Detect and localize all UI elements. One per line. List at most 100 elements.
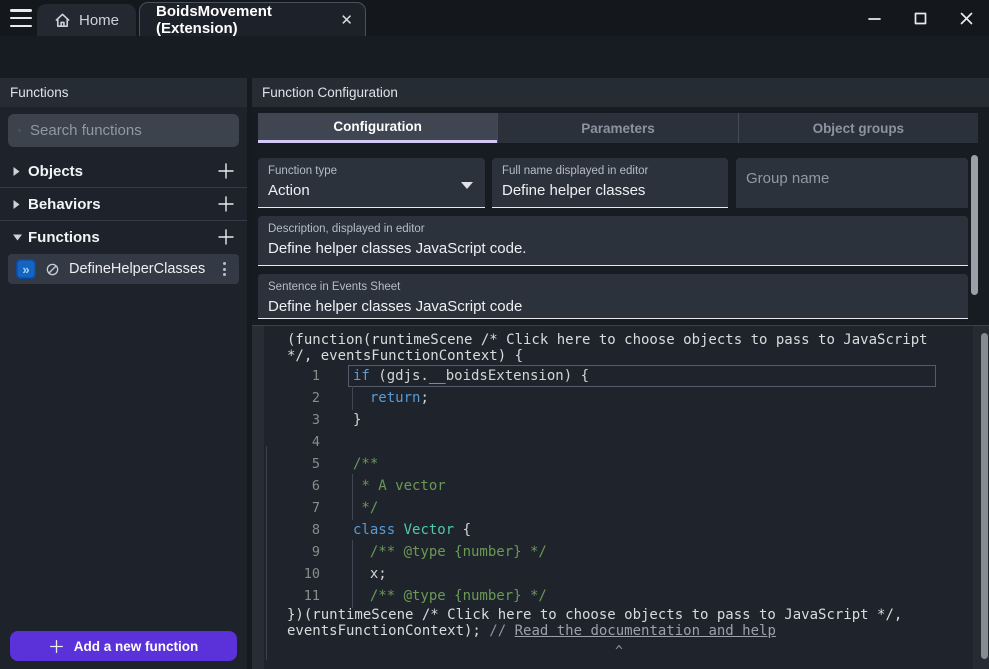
line-number: 4 bbox=[252, 434, 320, 450]
code-line-11[interactable]: 11 /** @type {number} */ bbox=[252, 585, 964, 607]
search-icon bbox=[18, 122, 21, 139]
tab-configuration[interactable]: Configuration bbox=[258, 113, 497, 143]
documentation-link[interactable]: Read the documentation and help bbox=[515, 623, 776, 639]
window-minimize-button[interactable] bbox=[851, 0, 897, 36]
code-line-9[interactable]: 9 /** @type {number} */ bbox=[252, 541, 964, 563]
function-configuration-panel: Function Configuration Configuration Par… bbox=[252, 78, 989, 325]
line-content: } bbox=[353, 412, 361, 428]
sidebar-section-objects[interactable]: Objects bbox=[0, 155, 247, 187]
section-label: Functions bbox=[28, 229, 100, 246]
line-content: return; bbox=[353, 390, 429, 406]
code-line-6[interactable]: 6 * A vector bbox=[252, 475, 964, 497]
code-line-5[interactable]: 5 /** bbox=[252, 453, 964, 475]
window-close-button[interactable] bbox=[943, 0, 989, 36]
sentence-value: Define helper classes JavaScript code bbox=[268, 298, 958, 315]
active-tab-label: BoidsMovement (Extension) bbox=[156, 3, 330, 37]
add-behavior-button[interactable] bbox=[217, 195, 235, 213]
line-number: 11 bbox=[252, 588, 320, 604]
line-number: 6 bbox=[252, 478, 320, 494]
chevron-right-icon bbox=[12, 199, 28, 210]
search-box[interactable] bbox=[8, 114, 239, 147]
section-label: Objects bbox=[28, 163, 83, 180]
line-number: 2 bbox=[252, 390, 320, 406]
tab-home[interactable]: Home bbox=[37, 4, 136, 36]
javascript-code-editor[interactable]: (function(runtimeScene /* Click here to … bbox=[252, 325, 989, 669]
function-item-definehelperclasses[interactable]: » DefineHelperClasses bbox=[8, 254, 239, 284]
line-number: 1 bbox=[252, 368, 320, 384]
field-label: Function type bbox=[268, 165, 475, 177]
code-line-8[interactable]: 8class Vector { bbox=[252, 519, 964, 541]
maximize-icon bbox=[914, 12, 927, 25]
chevron-down-icon bbox=[12, 233, 28, 242]
line-content: /** @type {number} */ bbox=[353, 544, 547, 560]
config-tabs: Configuration Parameters Object groups bbox=[258, 113, 978, 143]
minimize-icon bbox=[868, 12, 881, 25]
function-type-select[interactable]: Function type Action bbox=[258, 158, 485, 208]
code-line-7[interactable]: 7 */ bbox=[252, 497, 964, 519]
tab-boidsmovement[interactable]: BoidsMovement (Extension) ✕ bbox=[139, 2, 366, 36]
tab-label: Parameters bbox=[581, 121, 655, 136]
code-wrapper-header[interactable]: (function(runtimeScene /* Click here to … bbox=[287, 332, 932, 364]
sidebar-title: Functions bbox=[10, 85, 69, 100]
line-number: 8 bbox=[252, 522, 320, 538]
code-line-1[interactable]: 1if (gdjs.__boidsExtension) { bbox=[252, 365, 964, 387]
code-line-4[interactable]: 4 bbox=[252, 431, 964, 453]
code-scrollbar[interactable] bbox=[981, 333, 988, 659]
function-item-label: DefineHelperClasses bbox=[69, 261, 205, 277]
code-line-10[interactable]: 10 x; bbox=[252, 563, 964, 585]
footer-comment-prefix: // bbox=[489, 623, 514, 639]
function-item-menu-button[interactable] bbox=[218, 258, 231, 280]
close-icon bbox=[960, 12, 973, 25]
full-name-value: Define helper classes bbox=[502, 182, 718, 199]
title-bar: Home BoidsMovement (Extension) ✕ bbox=[0, 0, 989, 36]
full-name-field[interactable]: Full name displayed in editor Define hel… bbox=[492, 158, 728, 208]
group-name-placeholder: Group name bbox=[746, 158, 958, 200]
tab-close-icon[interactable]: ✕ bbox=[340, 11, 353, 29]
line-number: 7 bbox=[252, 500, 320, 516]
window-controls bbox=[851, 0, 989, 36]
private-icon bbox=[45, 262, 60, 277]
plus-icon bbox=[49, 639, 64, 654]
line-number: 3 bbox=[252, 412, 320, 428]
field-label: Full name displayed in editor bbox=[502, 165, 718, 177]
tab-parameters[interactable]: Parameters bbox=[497, 113, 737, 143]
sidebar-section-functions[interactable]: Functions bbox=[0, 221, 247, 253]
add-function-label: Add a new function bbox=[74, 639, 199, 654]
code-line-3[interactable]: 3} bbox=[252, 409, 964, 431]
home-tab-label: Home bbox=[79, 12, 119, 29]
field-label: Description, displayed in editor bbox=[268, 223, 958, 235]
line-content: x; bbox=[353, 566, 387, 582]
sidebar-header: Functions bbox=[0, 78, 247, 107]
sidebar-section-behaviors[interactable]: Behaviors bbox=[0, 188, 247, 220]
tab-object-groups[interactable]: Object groups bbox=[738, 113, 978, 143]
config-scrollbar[interactable] bbox=[971, 155, 978, 295]
toolbar: Preview Share bbox=[0, 36, 989, 78]
code-wrapper-footer[interactable]: })(runtimeScene /* Click here to choose … bbox=[287, 607, 932, 639]
line-number: 5 bbox=[252, 456, 320, 472]
main-header: Function Configuration bbox=[252, 78, 989, 107]
tab-label: Configuration bbox=[333, 119, 421, 134]
functions-sidebar: Functions Objects Behaviors Functions bbox=[0, 78, 247, 669]
description-field[interactable]: Description, displayed in editor Define … bbox=[258, 216, 968, 266]
code-line-2[interactable]: 2 return; bbox=[252, 387, 964, 409]
search-functions-input[interactable] bbox=[30, 122, 229, 139]
line-content: /** @type {number} */ bbox=[353, 588, 547, 604]
dropdown-caret-icon bbox=[461, 182, 473, 189]
hamburger-menu-icon[interactable] bbox=[10, 9, 32, 27]
sentence-field[interactable]: Sentence in Events Sheet Define helper c… bbox=[258, 274, 968, 319]
chevron-right-icon bbox=[12, 166, 28, 177]
line-content: /** bbox=[353, 456, 378, 472]
description-value: Define helper classes JavaScript code. bbox=[268, 240, 958, 257]
main-title: Function Configuration bbox=[262, 85, 398, 100]
home-icon bbox=[54, 12, 71, 29]
window-maximize-button[interactable] bbox=[897, 0, 943, 36]
add-new-function-button[interactable]: Add a new function bbox=[10, 631, 237, 661]
function-type-value: Action bbox=[268, 182, 475, 199]
add-object-button[interactable] bbox=[217, 162, 235, 180]
line-content: * A vector bbox=[353, 478, 446, 494]
group-name-field[interactable]: Group name bbox=[736, 158, 968, 208]
add-function-plus-button[interactable] bbox=[217, 228, 235, 246]
line-content: */ bbox=[353, 500, 378, 516]
field-label: Sentence in Events Sheet bbox=[268, 281, 958, 293]
code-lines: 1if (gdjs.__boidsExtension) {2 return;3}… bbox=[252, 365, 964, 607]
